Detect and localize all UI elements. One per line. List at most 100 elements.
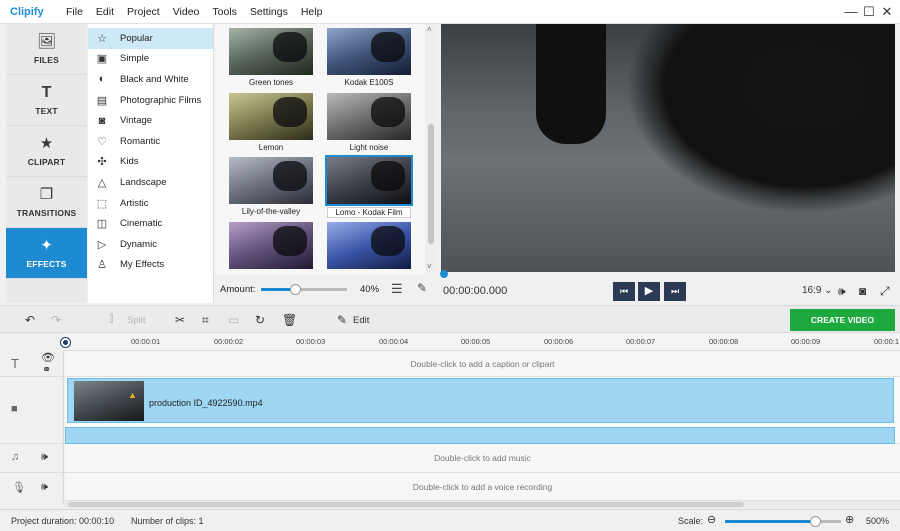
thumbnail-image: [327, 222, 411, 269]
next-frame-button[interactable]: ⏭: [664, 282, 686, 301]
redo-icon[interactable]: ↷: [51, 313, 61, 327]
category-simple[interactable]: ▣ Simple: [88, 49, 213, 70]
bw-icon: ◐: [98, 73, 106, 86]
tab-files[interactable]: 🖼 FILES: [6, 24, 87, 75]
menu-project[interactable]: Project: [127, 6, 160, 18]
scrollbar-thumb[interactable]: [428, 124, 434, 244]
video-preview[interactable]: [441, 24, 895, 272]
artistic-icon: ⬚: [96, 197, 108, 210]
menu-edit[interactable]: Edit: [96, 6, 114, 18]
caption-track[interactable]: Double-click to add a caption or clipart: [65, 351, 900, 377]
tab-transitions[interactable]: ❐ TRANSITIONS: [6, 177, 87, 228]
tab-clipart[interactable]: ★ CLIPART: [6, 126, 87, 177]
category-label: Vintage: [120, 115, 153, 127]
voice-track[interactable]: Double-click to add a voice recording: [65, 473, 900, 501]
tab-effects[interactable]: ✦ EFFECTS: [6, 228, 87, 279]
cinematic-icon: ◫: [96, 218, 108, 231]
ruler-tick-label: 00:00:07: [626, 337, 656, 346]
ruler-tick-label: 00:00:05: [461, 337, 491, 346]
music-track[interactable]: Double-click to add music: [65, 444, 900, 473]
category-artistic[interactable]: ⬚ Artistic: [88, 193, 213, 214]
scrollbar-thumb[interactable]: [68, 502, 744, 507]
scroll-down-icon[interactable]: ˅: [427, 262, 432, 271]
zoom-in-icon[interactable]: ⊕: [845, 513, 854, 526]
frame-icon[interactable]: ▭: [228, 313, 239, 327]
menu-help[interactable]: Help: [301, 6, 323, 18]
amount-row: Amount: 40% ☰ ✎: [215, 276, 436, 302]
previous-frame-button[interactable]: ⏮: [613, 282, 635, 301]
zoom-out-icon[interactable]: ⊖: [707, 513, 716, 526]
effect-thumbnail[interactable]: [229, 222, 313, 272]
menu-settings[interactable]: Settings: [250, 6, 288, 18]
timeline-scrollbar[interactable]: [64, 501, 900, 508]
effect-thumbnail[interactable]: Kodak E100S: [327, 28, 411, 87]
category-black-and-white[interactable]: ◐ Black and White: [88, 69, 213, 90]
split-button[interactable]: Split: [127, 315, 145, 326]
ruler-tick-label: 00:00:09: [791, 337, 821, 346]
effect-badge-icon: ▲: [128, 390, 137, 400]
scale-slider[interactable]: [725, 516, 841, 527]
thumbnail-scrollbar[interactable]: ˄ ˅: [426, 24, 436, 274]
speaker-icon[interactable]: 🕪: [41, 451, 48, 464]
effect-thumbnail[interactable]: Light noise: [327, 93, 411, 152]
video-track-header: ■: [0, 377, 64, 444]
amount-slider[interactable]: [261, 284, 347, 295]
category-landscape[interactable]: △ Landscape: [88, 172, 213, 193]
playhead[interactable]: [61, 338, 70, 347]
timeline-ruler[interactable]: 00:00:01 00:00:02 00:00:03 00:00:04 00:0…: [64, 333, 900, 351]
close-button[interactable]: ✕: [879, 4, 895, 20]
thumbnail-image: [327, 28, 411, 75]
category-popular[interactable]: ☆ Popular: [88, 28, 213, 49]
clip-count: Number of clips: 1: [131, 516, 204, 526]
category-vintage[interactable]: ◙ Vintage: [88, 110, 213, 131]
split-icon[interactable]: ⫿: [110, 314, 113, 325]
preview-progress-handle[interactable]: [440, 270, 448, 278]
menu-video[interactable]: Video: [173, 6, 200, 18]
category-kids[interactable]: ✣ Kids: [88, 152, 213, 173]
effect-thumbnail[interactable]: [327, 222, 411, 272]
category-romantic[interactable]: ♡ Romantic: [88, 131, 213, 152]
cut-icon[interactable]: ✂: [175, 313, 185, 327]
magic-wand-icon[interactable]: ✎: [417, 281, 427, 295]
aspect-ratio-dropdown[interactable]: 16:9 ⌄: [802, 285, 833, 296]
effect-thumbnail[interactable]: Lemon: [229, 93, 313, 152]
image-icon: 🖼: [36, 33, 57, 50]
fullscreen-icon[interactable]: ⤢: [880, 284, 890, 299]
thumbnail-label: Green tones: [248, 78, 294, 87]
undo-icon[interactable]: ↶: [25, 313, 35, 327]
category-cinematic[interactable]: ◫ Cinematic: [88, 213, 213, 234]
menu-tools[interactable]: Tools: [212, 6, 237, 18]
create-video-button[interactable]: CREATE VIDEO: [790, 309, 895, 331]
edit-icon[interactable]: ✎: [337, 313, 347, 327]
snapshot-camera-icon[interactable]: ◙: [859, 284, 866, 298]
adjust-settings-icon[interactable]: ☰: [391, 281, 403, 297]
tab-text[interactable]: T TEXT: [6, 75, 87, 126]
edit-button[interactable]: Edit: [353, 315, 369, 326]
menu-file[interactable]: File: [66, 6, 83, 18]
speaker-icon[interactable]: 🕪: [41, 481, 48, 494]
clip-audio-strip[interactable]: [65, 427, 895, 444]
category-label: Photographic Films: [120, 94, 202, 106]
crop-icon[interactable]: ⌗: [202, 313, 209, 328]
scroll-up-icon[interactable]: ˄: [427, 25, 432, 34]
effect-thumbnail[interactable]: Lily-of-the-valley: [229, 157, 313, 216]
maximize-button[interactable]: ☐: [861, 4, 877, 20]
thumbnail-label: Light noise: [349, 143, 389, 152]
play-button[interactable]: ▶: [638, 282, 660, 301]
video-clip[interactable]: ▲ production ID_4922590.mp4: [67, 378, 894, 423]
category-dynamic[interactable]: ▷ Dynamic: [88, 234, 213, 255]
minimize-button[interactable]: —: [843, 4, 859, 20]
rotate-icon[interactable]: ↻: [255, 313, 265, 327]
effect-thumbnail-selected[interactable]: Lomo - Kodak Film: [325, 155, 413, 218]
delete-icon[interactable]: 🗑: [282, 313, 297, 327]
category-my-effects[interactable]: ♙ My Effects: [88, 255, 213, 276]
link-icon[interactable]: ⚭: [42, 363, 51, 376]
amount-slider-handle[interactable]: [290, 284, 302, 295]
category-label: Artistic: [120, 197, 149, 209]
scale-slider-handle[interactable]: [810, 516, 822, 527]
category-photographic-films[interactable]: ▤ Photographic Films: [88, 90, 213, 111]
star-icon: ★: [39, 135, 54, 152]
app-title: Clipify: [10, 5, 44, 18]
effect-thumbnail[interactable]: Green tones: [229, 28, 313, 87]
volume-icon[interactable]: 🕪: [838, 284, 846, 299]
